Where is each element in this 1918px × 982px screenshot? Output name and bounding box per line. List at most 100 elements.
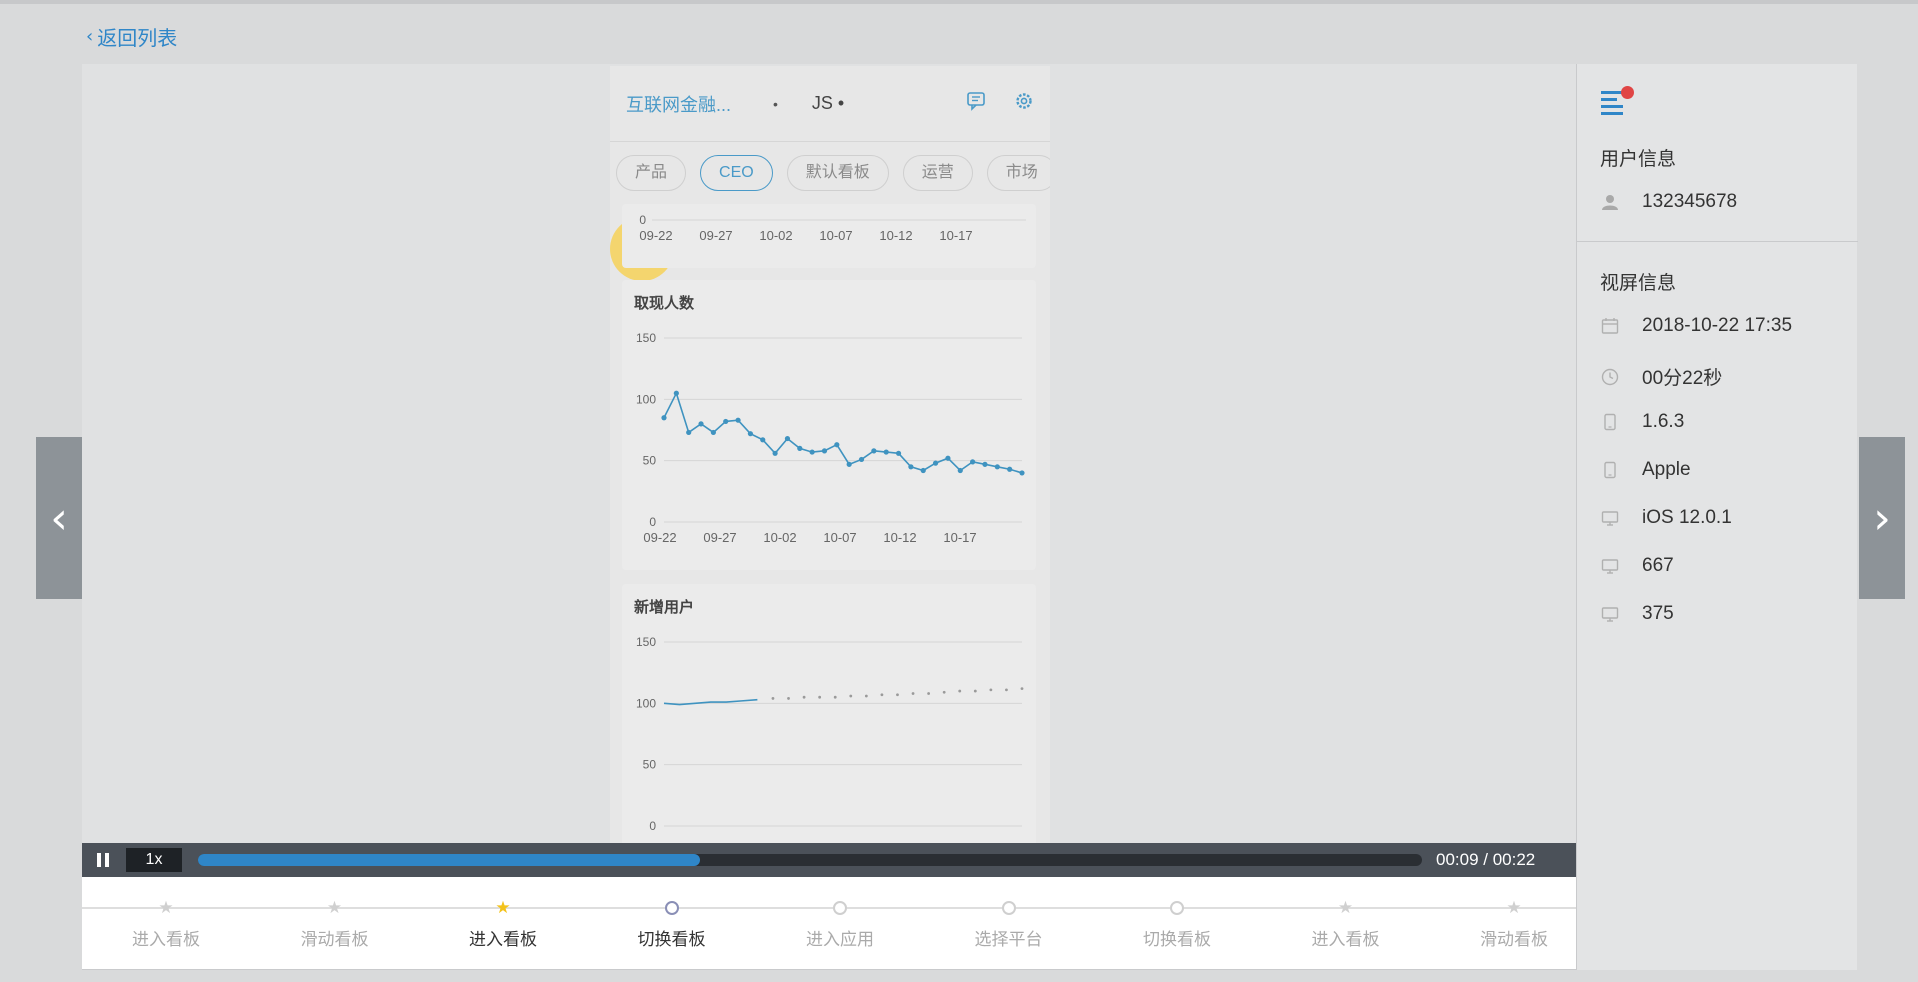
next-recording-button[interactable]: › — [1859, 437, 1905, 599]
timeline-step-label: 进入看板 — [1311, 930, 1380, 949]
timeline-step[interactable]: 选择平台 — [925, 897, 1093, 950]
data-point — [864, 694, 868, 698]
y-tick-label: 150 — [636, 331, 656, 345]
data-point — [797, 445, 803, 451]
data-point — [735, 417, 741, 423]
data-point — [698, 421, 704, 427]
data-point — [896, 693, 899, 697]
chevron-left-icon: ‹ — [50, 492, 68, 544]
timeline-step[interactable]: ★ 进入看板 — [1262, 897, 1430, 950]
playback-speed-button[interactable]: 1x — [126, 848, 182, 872]
top-border — [0, 0, 1918, 4]
device-info-row: 667 — [1600, 555, 1674, 577]
timeline-step[interactable]: 切换看板 — [588, 897, 756, 950]
device-info-value: 1.6.3 — [1642, 411, 1685, 432]
y-tick-label: 0 — [649, 819, 656, 833]
playback-time: 00:09 / 00:22 — [1436, 850, 1536, 869]
platform-selector: JS • — [811, 93, 845, 113]
data-point — [1005, 688, 1008, 692]
x-tick-label: 09-22 — [639, 228, 672, 243]
y-tick-label: 50 — [643, 454, 657, 468]
data-point — [920, 467, 926, 474]
data-point — [833, 695, 837, 699]
timeline-step[interactable]: ★ 进入看板 — [82, 897, 250, 950]
data-point — [932, 460, 939, 466]
x-tick-label: 10-12 — [883, 530, 916, 545]
data-point — [802, 695, 806, 699]
data-point — [821, 448, 828, 454]
dashboard-tabs: 产品 CEO 默认看板 运营 市场 — [610, 142, 1050, 204]
circle-marker-icon — [925, 897, 1093, 919]
device-info-value: 667 — [1642, 555, 1674, 576]
event-timeline: ★ 进入看板 ★ 滑动看板 ★ 进入看板 切换看板 进入应用 选择平台 切换看板 ★ 进入看板 ★ 滑动看… — [82, 877, 1576, 969]
menu-bar — [1601, 112, 1623, 115]
timeline-step[interactable]: ★ 进入看板 — [419, 897, 587, 950]
data-point — [760, 437, 766, 443]
feedback-icon — [966, 91, 986, 117]
data-point — [661, 415, 667, 421]
data-point — [784, 435, 791, 442]
x-tick-label: 10-07 — [823, 530, 856, 545]
tab-operations: 运营 — [902, 155, 973, 191]
data-point — [809, 449, 815, 455]
device-info-row: 2018-10-22 17:35 — [1600, 315, 1792, 337]
previous-chart-card: 0 09-22 09-27 10-02 10-07 10-12 10-17 — [622, 204, 1036, 268]
x-tick-label: 10-02 — [759, 228, 792, 243]
y-tick-label: 0 — [639, 213, 646, 227]
data-point — [994, 464, 1000, 470]
menu-bar — [1601, 91, 1623, 94]
data-point — [958, 689, 962, 693]
timeline-step[interactable]: 切换看板 — [1093, 897, 1261, 950]
timeline-step-label: 进入看板 — [132, 930, 200, 949]
data-point — [849, 694, 853, 698]
data-point — [673, 390, 679, 396]
progress-bar[interactable] — [198, 854, 1422, 866]
star-icon: ★ — [1506, 898, 1522, 917]
pause-icon-bar — [97, 853, 101, 867]
user-info-title: 用户信息 — [1600, 149, 1677, 170]
timeline-step-label: 切换看板 — [1143, 930, 1211, 949]
x-tick-label: 10-17 — [939, 228, 972, 243]
data-point — [787, 697, 790, 700]
data-point — [1007, 466, 1013, 472]
back-to-list-link[interactable]: ‹ 返回列表 — [86, 22, 177, 51]
phone-screen: 互联网金融... • JS • 产品 CEO 默认看板 运营 市场 0 09-2… — [610, 66, 1050, 844]
previous-chart-axis: 0 09-22 09-27 10-02 10-07 10-12 10-17 — [639, 213, 1026, 243]
data-point — [945, 455, 951, 461]
device-info-row: 00分22秒 — [1600, 363, 1722, 390]
data-point — [1020, 687, 1024, 691]
data-point — [818, 695, 822, 699]
y-tick-label: 100 — [636, 392, 656, 406]
calendar-icon — [1600, 316, 1620, 336]
y-tick-label: 100 — [636, 696, 656, 710]
data-point — [846, 461, 852, 467]
pause-button[interactable] — [82, 843, 124, 877]
previous-recording-button[interactable]: ‹ — [36, 437, 82, 599]
data-point — [880, 693, 884, 697]
settings-gear-icon — [1014, 91, 1034, 117]
event-list-menu-icon[interactable] — [1601, 86, 1634, 116]
new-users-chart-card: 新增用户 150 100 50 0 — [622, 584, 1036, 844]
chevron-left-icon: ‹ — [86, 26, 94, 47]
data-point — [723, 418, 729, 425]
timeline-step-label: 滑动看板 — [1480, 930, 1548, 949]
timeline-step[interactable]: 进入应用 — [756, 897, 924, 950]
screen-info-title: 视屏信息 — [1600, 273, 1677, 294]
timeline-step-label: 进入应用 — [806, 930, 874, 949]
timeline-step[interactable]: ★ 滑动看板 — [251, 897, 419, 950]
star-icon: ★ — [158, 898, 174, 917]
data-point — [973, 689, 977, 693]
timeline-step[interactable]: ★ 滑动看板 — [1430, 897, 1598, 950]
timeline-step-label: 滑动看板 — [300, 930, 369, 949]
y-tick-label: 150 — [636, 635, 656, 649]
star-icon: ★ — [1337, 898, 1354, 917]
chevron-right-icon: › — [1873, 492, 1891, 544]
data-point — [908, 464, 914, 470]
device-info-row: 375 — [1600, 603, 1674, 625]
back-to-list-label: 返回列表 — [97, 28, 178, 50]
data-point — [982, 461, 988, 467]
data-point — [747, 431, 754, 437]
section-divider — [1577, 241, 1858, 242]
x-tick-label: 09-27 — [699, 228, 732, 243]
data-point — [871, 448, 877, 454]
